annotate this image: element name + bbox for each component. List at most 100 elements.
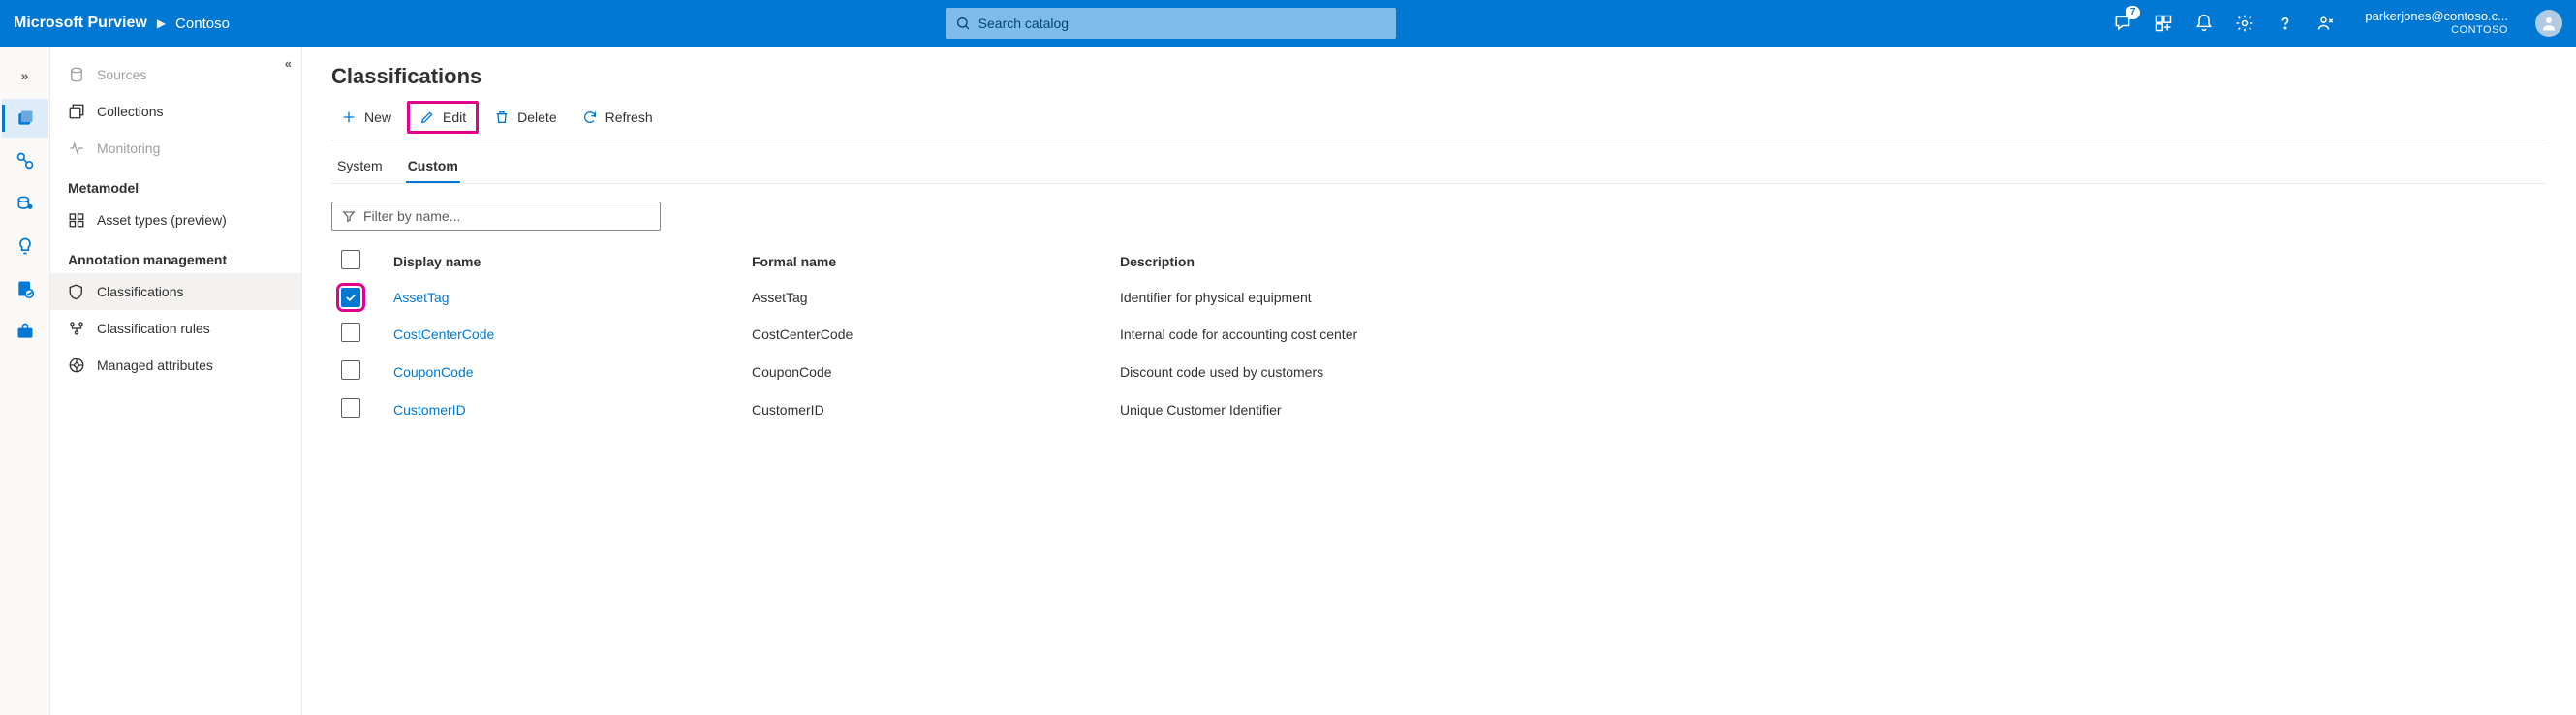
tab-custom[interactable]: Custom [406, 150, 460, 183]
breadcrumb-separator-icon: ▶ [157, 16, 166, 30]
breadcrumb-item[interactable]: Contoso [175, 16, 230, 32]
delete-button[interactable]: Delete [484, 104, 566, 131]
avatar[interactable] [2535, 10, 2562, 37]
search-wrap: Search catalog [230, 8, 2111, 39]
column-formal-name[interactable]: Formal name [742, 242, 1110, 280]
gear-icon[interactable] [2233, 12, 2256, 35]
sidebar-label: Asset types (preview) [97, 212, 227, 228]
column-display-name[interactable]: Display name [384, 242, 742, 280]
row-description: Discount code used by customers [1110, 353, 2547, 390]
bell-icon[interactable] [2192, 12, 2216, 35]
directory-icon[interactable] [2152, 12, 2175, 35]
button-label: Refresh [605, 109, 653, 125]
sidebar-collapse-icon[interactable]: « [285, 56, 292, 71]
row-formal-name: CustomerID [742, 390, 1110, 428]
sidebar: « Sources Collections Monitoring Metamod… [50, 47, 302, 715]
refresh-button[interactable]: Refresh [573, 104, 663, 131]
sidebar-item-monitoring[interactable]: Monitoring [50, 130, 301, 167]
feedback-icon[interactable]: 7 [2111, 12, 2134, 35]
sidebar-label: Monitoring [97, 140, 160, 156]
table-row[interactable]: CostCenterCodeCostCenterCodeInternal cod… [331, 315, 2547, 353]
rail-policy-icon[interactable] [2, 269, 48, 308]
row-formal-name: CouponCode [742, 353, 1110, 390]
select-all-checkbox[interactable] [341, 250, 360, 269]
button-label: New [364, 109, 391, 125]
row-checkbox[interactable] [341, 360, 360, 380]
edit-button[interactable]: Edit [407, 101, 479, 134]
classifications-table: Display name Formal name Description Ass… [331, 242, 2547, 428]
tab-system[interactable]: System [335, 150, 385, 183]
classification-rules-icon [68, 320, 85, 337]
row-description: Unique Customer Identifier [1110, 390, 2547, 428]
row-display-name[interactable]: CostCenterCode [384, 315, 742, 353]
table-header-row: Display name Formal name Description [331, 242, 2547, 280]
sidebar-item-asset-types[interactable]: Asset types (preview) [50, 202, 301, 238]
table-row[interactable]: AssetTagAssetTagIdentifier for physical … [331, 280, 2547, 315]
sidebar-item-managed-attributes[interactable]: Managed attributes [50, 347, 301, 384]
sidebar-heading-metamodel: Metamodel [50, 167, 301, 202]
pencil-icon [419, 109, 435, 125]
row-display-name[interactable]: CustomerID [384, 390, 742, 428]
row-formal-name: CostCenterCode [742, 315, 1110, 353]
sidebar-label: Collections [97, 104, 163, 119]
app-header: Microsoft Purview ▶ Contoso Search catal… [0, 0, 2576, 47]
page-title: Classifications [331, 64, 2547, 89]
support-icon[interactable] [2314, 12, 2338, 35]
filter-input[interactable]: Filter by name... [331, 202, 661, 231]
user-org: CONTOSO [2451, 24, 2508, 37]
button-label: Edit [443, 109, 466, 125]
rail-insights-icon[interactable] [2, 227, 48, 265]
sidebar-label: Classification rules [97, 321, 210, 336]
header-actions: 7 parkerjones@contoso.c... CONTOSO [2111, 10, 2562, 37]
managed-attributes-icon [68, 357, 85, 374]
table-row[interactable]: CouponCodeCouponCodeDiscount code used b… [331, 353, 2547, 390]
refresh-icon [582, 109, 598, 125]
sidebar-item-collections[interactable]: Collections [50, 93, 301, 130]
sidebar-item-classifications[interactable]: Classifications [50, 273, 301, 310]
sidebar-label: Managed attributes [97, 358, 213, 373]
rail-map-icon[interactable] [2, 141, 48, 180]
sidebar-item-sources[interactable]: Sources [50, 56, 301, 93]
row-checkbox[interactable] [341, 288, 360, 307]
rail-management-icon[interactable] [2, 312, 48, 351]
classifications-icon [68, 283, 85, 300]
filter-icon [342, 209, 356, 223]
table-row[interactable]: CustomerIDCustomerIDUnique Customer Iden… [331, 390, 2547, 428]
row-checkbox[interactable] [341, 323, 360, 342]
asset-types-icon [68, 211, 85, 229]
sidebar-item-classification-rules[interactable]: Classification rules [50, 310, 301, 347]
search-placeholder: Search catalog [978, 16, 1069, 31]
notification-count-badge: 7 [2126, 6, 2141, 19]
brand[interactable]: Microsoft Purview [14, 15, 147, 32]
main-layout: » « Sources Collections [0, 47, 2576, 715]
user-block[interactable]: parkerjones@contoso.c... CONTOSO [2365, 10, 2508, 37]
column-description[interactable]: Description [1110, 242, 2547, 280]
rail-database-icon[interactable] [2, 184, 48, 223]
search-input[interactable]: Search catalog [946, 8, 1396, 39]
row-formal-name: AssetTag [742, 280, 1110, 315]
row-description: Identifier for physical equipment [1110, 280, 2547, 315]
monitoring-icon [68, 140, 85, 157]
new-button[interactable]: New [331, 104, 401, 131]
person-icon [2540, 15, 2558, 32]
plus-icon [341, 109, 357, 125]
trash-icon [494, 109, 510, 125]
sources-icon [68, 66, 85, 83]
tabs: System Custom [331, 150, 2547, 184]
row-display-name[interactable]: CouponCode [384, 353, 742, 390]
rail-expand-icon[interactable]: » [2, 56, 48, 95]
sidebar-label: Sources [97, 67, 146, 82]
filter-placeholder: Filter by name... [363, 208, 460, 224]
row-checkbox[interactable] [341, 398, 360, 418]
user-email: parkerjones@contoso.c... [2365, 10, 2508, 24]
content: Classifications New Edit Delete Refresh … [302, 47, 2576, 715]
rail-data-sources-icon[interactable] [2, 99, 48, 138]
sidebar-heading-annotation: Annotation management [50, 238, 301, 273]
row-display-name[interactable]: AssetTag [384, 280, 742, 315]
help-icon[interactable] [2274, 12, 2297, 35]
search-icon [955, 16, 971, 31]
collections-icon [68, 103, 85, 120]
row-description: Internal code for accounting cost center [1110, 315, 2547, 353]
nav-rail: » [0, 47, 50, 715]
toolbar: New Edit Delete Refresh [331, 101, 2547, 140]
